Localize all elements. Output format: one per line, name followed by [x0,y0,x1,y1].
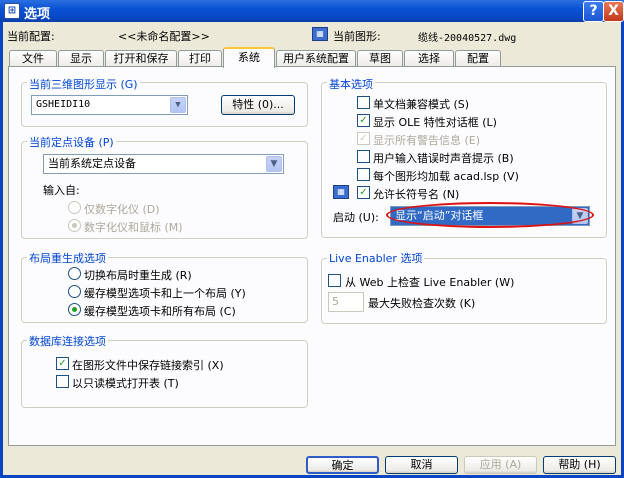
radio-digitizer-only[interactable] [68,201,81,214]
help-title-button[interactable]: ? [583,1,604,22]
window-title: 选项 [24,7,51,22]
group-pointing-device-title: 当前定点设备 (P) [27,134,116,150]
chevron-down-icon[interactable]: ▼ [170,97,186,113]
chevron-down-icon[interactable]: ▼ [266,156,282,172]
checkbox-readonly-tables-label: 以只读模式打开表 (T) [72,377,179,390]
checkbox-show-warnings-label: 显示所有警告信息 (E) [373,134,481,147]
ok-button[interactable]: 确定 [306,456,379,474]
radio-regen-on-switch[interactable] [68,267,81,280]
group-3d-display-title: 当前三维图形显示 (G) [27,76,140,92]
checkbox-check-web-live-enabler[interactable] [328,274,341,287]
radio-cache-model-last-layout[interactable] [68,285,81,298]
tab-open-save[interactable]: 打开和保存 [105,50,177,67]
radio-dot [72,307,77,312]
group-general-options-title: 基本选项 [327,76,375,92]
window-border-left [0,22,3,478]
checkbox-readonly-tables[interactable] [56,375,69,388]
checkbox-single-drawing-label: 单文档兼容模式 (S) [373,98,470,111]
current-drawing-label: 当前图形: [333,30,381,43]
tab-plot[interactable]: 打印 [178,50,222,67]
current-profile-value: <<未命名配置>> [118,30,210,43]
checkbox-save-link-index[interactable]: ✓ [56,357,69,370]
radio-dot [72,223,77,228]
apply-button[interactable]: 应用 (A) [464,456,537,474]
properties-button[interactable]: 特性 (0)... [221,95,295,115]
current-drawing-value: 缆线-20040527.dwg [418,33,517,44]
3d-display-select-value: GSHEIDI10 [36,99,91,110]
radio-cache-model-all-layouts-label: 缓存模型选项卡和所有布局 (C) [84,305,236,318]
radio-regen-on-switch-label: 切换布局时重生成 (R) [84,269,192,282]
checkbox-beep-on-error-label: 用户输入错误时声音提示 (B) [373,152,514,165]
tab-system[interactable]: 系统 [223,47,275,68]
tab-user-preferences[interactable]: 用户系统配置 [276,50,356,67]
radio-cache-model-all-layouts[interactable] [68,303,81,316]
pointing-device-select[interactable]: 当前系统定点设备 ▼ [43,154,284,174]
drawing-icon: ▦ [312,27,328,41]
group-layout-regen-title: 布局重生成选项 [27,250,108,266]
radio-cache-model-last-layout-label: 缓存模型选项卡和上一个布局 (Y) [84,287,246,300]
title-bar[interactable]: ⊞ 选项 ? X [0,0,624,22]
checkbox-long-symbol-names-label: 允许长符号名 (N) [373,188,460,201]
checkbox-load-acad-lsp[interactable] [357,168,370,181]
group-live-enabler [321,258,607,324]
pointing-device-select-value: 当前系统定点设备 [48,157,136,170]
tab-files[interactable]: 文件 [9,50,57,67]
annotation-ellipse [386,202,594,228]
checkbox-ole-properties-label: 显示 OLE 特性对话框 (L) [373,116,497,129]
3d-display-select[interactable]: GSHEIDI10 ▼ [31,95,188,115]
startup-label: 启动 (U): [333,211,379,224]
checkbox-single-drawing[interactable] [357,96,370,109]
help-button[interactable]: 帮助 (H) [543,456,616,474]
max-attempts-label: 最大失败检查次数 (K) [368,297,476,310]
checkbox-load-acad-lsp-label: 每个图形均加载 acad.lsp (V) [373,170,519,183]
checkbox-save-link-index-label: 在图形文件中保存链接索引 (X) [72,359,224,372]
tab-profiles[interactable]: 配置 [455,50,501,67]
checkbox-show-warnings[interactable]: ✓ [357,132,370,145]
max-attempts-input[interactable]: 5 [328,292,364,312]
radio-digitizer-only-label: 仅数字化仪 (D) [84,203,160,216]
group-db-connect [21,340,308,408]
group-db-connect-title: 数据库连接选项 [27,333,108,349]
app-icon: ⊞ [4,3,20,19]
tab-display[interactable]: 显示 [58,50,104,67]
radio-digitizer-and-mouse-label: 数字化仪和鼠标 (M) [84,221,183,234]
close-button[interactable]: X [603,1,624,22]
cancel-button[interactable]: 取消 [385,456,458,474]
accept-input-label: 输入自: [43,184,80,197]
current-profile-label: 当前配置: [7,30,55,43]
checkbox-check-web-live-enabler-label: 从 Web 上检查 Live Enabler (W) [345,276,515,289]
checkbox-ole-properties[interactable]: ✓ [357,114,370,127]
checkbox-beep-on-error[interactable] [357,150,370,163]
tab-drafting[interactable]: 草图 [357,50,403,67]
group-live-enabler-title: Live Enabler 选项 [327,250,425,266]
tab-selection[interactable]: 选择 [404,50,454,67]
checkbox-long-symbol-names[interactable]: ✓ [357,186,370,199]
long-names-icon: ▦ [333,185,349,199]
radio-digitizer-and-mouse[interactable] [68,219,81,232]
